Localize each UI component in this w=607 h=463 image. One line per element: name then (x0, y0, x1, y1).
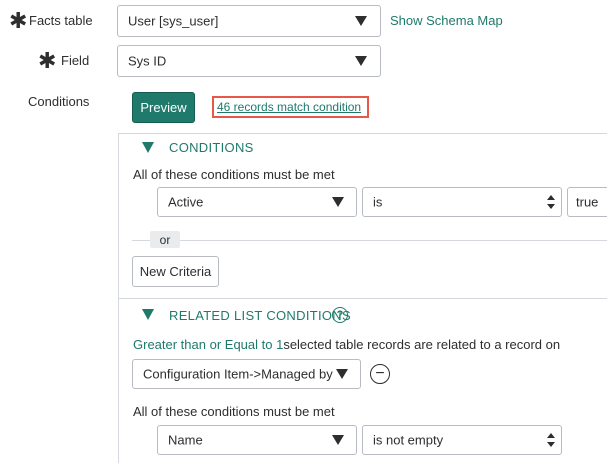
condition-field-select[interactable]: Active (157, 187, 357, 217)
field-select[interactable]: Sys ID (117, 45, 381, 77)
related-all-met-text: All of these conditions must be met (133, 404, 335, 419)
collapse-triangle-icon[interactable] (142, 142, 154, 153)
relation-text: selected table records are related to a … (283, 337, 561, 352)
related-quantity-line: Greater than or Equal to 1selected table… (133, 337, 560, 352)
remove-circle-icon[interactable]: − (370, 364, 390, 384)
conditions-title: CONDITIONS (169, 140, 254, 155)
related-list-title: RELATED LIST CONDITIONS (169, 308, 351, 323)
related-field-value: Name (168, 432, 203, 448)
chevron-down-icon (332, 435, 344, 445)
updown-arrows-icon (547, 433, 555, 447)
chevron-down-icon (355, 16, 367, 26)
condition-value: true (576, 194, 599, 210)
field-value: Sys ID (128, 53, 167, 69)
related-operator-select[interactable]: is not empty (362, 425, 562, 455)
related-operator-value: is not empty (373, 432, 444, 448)
chevron-down-icon (336, 369, 348, 379)
records-match-link[interactable]: 46 records match condition (217, 100, 361, 114)
chevron-down-icon (332, 197, 344, 207)
facts-table-select[interactable]: User [sys_user] (117, 5, 381, 37)
required-asterisk-icon: ✱ (38, 48, 57, 73)
updown-arrows-icon (547, 195, 555, 209)
condition-operator-select[interactable]: is (362, 187, 562, 217)
required-asterisk-icon: ✱ (9, 8, 28, 33)
condition-operator-value: is (373, 194, 383, 210)
quantity-link[interactable]: Greater than or Equal to 1 (133, 337, 283, 352)
new-criteria-button[interactable]: New Criteria (132, 256, 219, 287)
help-icon[interactable]: ? (332, 307, 348, 323)
preview-button[interactable]: Preview (132, 92, 195, 123)
chevron-down-icon (355, 56, 367, 66)
section-divider (118, 133, 607, 134)
field-label: Field (61, 53, 90, 68)
condition-field-value: Active (168, 194, 204, 210)
related-list-select[interactable]: Configuration Item->Managed by (132, 359, 361, 389)
or-divider-line (132, 240, 607, 241)
facts-table-label: Facts table (29, 13, 93, 28)
related-list-value: Configuration Item->Managed by (143, 366, 333, 382)
section-divider (118, 298, 607, 299)
conditions-all-met-text: All of these conditions must be met (133, 167, 335, 182)
facts-table-value: User [sys_user] (128, 13, 219, 29)
conditions-label: Conditions (28, 94, 90, 109)
collapse-triangle-icon[interactable] (142, 309, 154, 320)
related-field-select[interactable]: Name (157, 425, 357, 455)
show-schema-map-link[interactable]: Show Schema Map (390, 13, 503, 28)
condition-value-select[interactable]: true (567, 187, 607, 217)
or-badge: or (150, 231, 180, 248)
section-guide-line (118, 133, 119, 463)
